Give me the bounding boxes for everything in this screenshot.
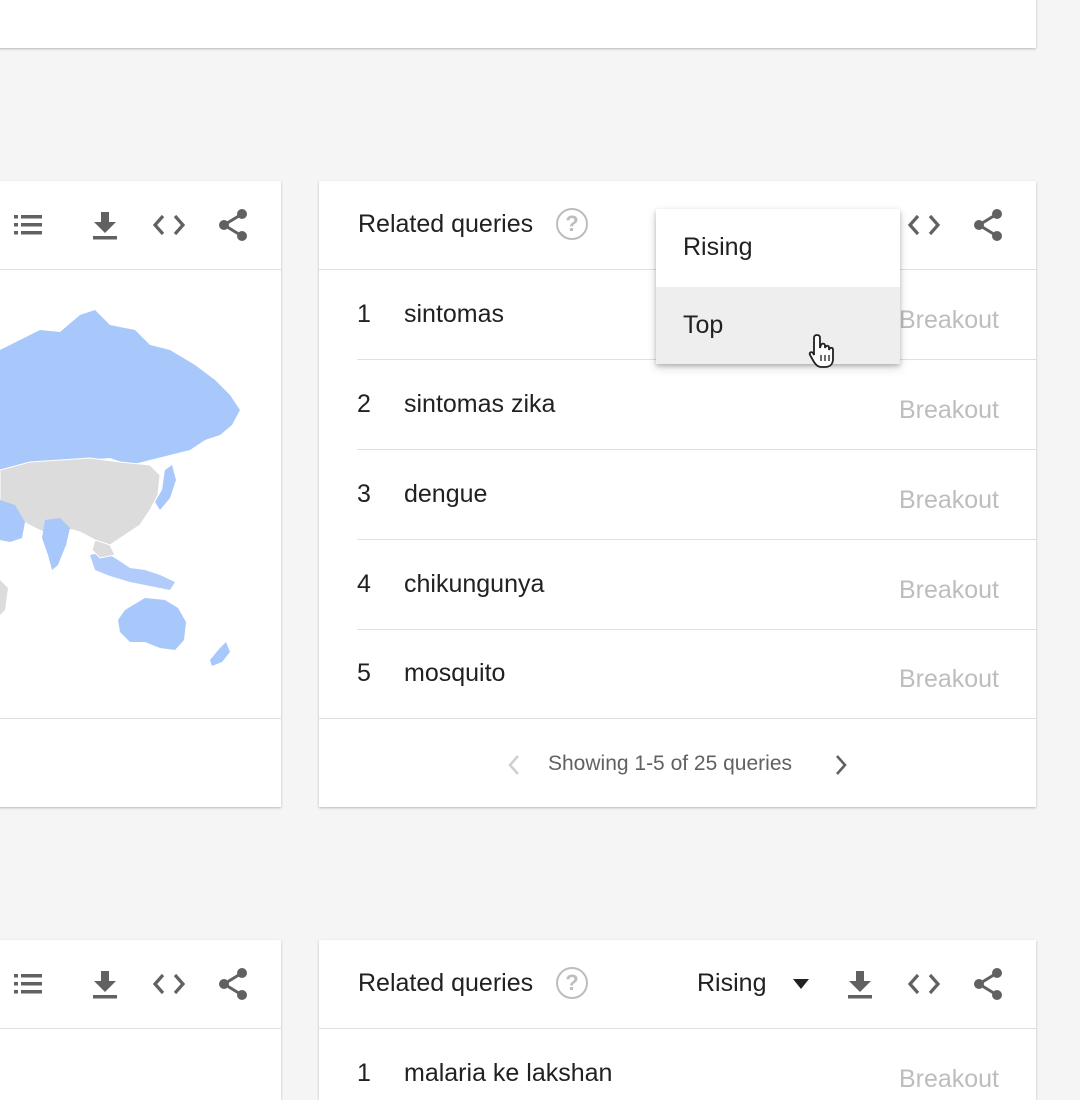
list-icon[interactable] <box>8 205 48 245</box>
row-query[interactable]: dengue <box>404 480 487 509</box>
help-icon[interactable]: ? <box>556 208 588 240</box>
row-rank: 5 <box>357 659 371 687</box>
share-icon[interactable] <box>968 964 1008 1004</box>
map-region-russia <box>0 310 240 470</box>
card-header: Related queries ? Rising <box>319 940 1036 1029</box>
share-icon[interactable] <box>968 205 1008 245</box>
row-query[interactable]: mosquito <box>404 659 505 688</box>
query-type-dropdown[interactable]: Rising <box>697 969 766 998</box>
card-header <box>0 181 281 270</box>
card-header <box>0 940 281 1029</box>
help-icon[interactable]: ? <box>556 967 588 999</box>
share-icon[interactable] <box>213 205 253 245</box>
row-rank: 1 <box>357 1059 371 1087</box>
row-value: Breakout <box>898 665 999 693</box>
list-icon[interactable] <box>8 964 48 1004</box>
row-query[interactable]: sintomas <box>404 300 504 329</box>
embed-icon[interactable] <box>904 964 944 1004</box>
menu-item-label: Rising <box>683 233 753 261</box>
row-value: Breakout <box>898 306 999 334</box>
map-region-asia <box>0 457 161 546</box>
world-map <box>0 310 240 666</box>
chevron-right-icon[interactable] <box>821 745 861 785</box>
menu-item-rising[interactable]: Rising <box>656 209 900 286</box>
download-icon[interactable] <box>840 964 880 1004</box>
table-row[interactable]: 5 mosquito Breakout <box>319 629 1036 719</box>
menu-item-top[interactable]: Top <box>656 287 900 364</box>
embed-icon[interactable] <box>149 205 189 245</box>
share-icon[interactable] <box>213 964 253 1004</box>
row-value: Breakout <box>898 486 999 514</box>
menu-item-label: Top <box>683 311 724 339</box>
top-card <box>0 0 1036 48</box>
table-row[interactable]: 4 chikungunya Breakout <box>357 540 1036 630</box>
hand-pointer-icon <box>808 334 834 368</box>
query-type-menu: Rising Top <box>656 209 900 368</box>
download-icon[interactable] <box>85 964 125 1004</box>
map-region-india <box>42 518 70 570</box>
embed-icon[interactable] <box>149 964 189 1004</box>
interest-by-region-card-2 <box>0 940 281 1100</box>
map-region-nz <box>210 642 230 666</box>
table-row[interactable]: 3 dengue Breakout <box>357 450 1036 540</box>
row-rank: 2 <box>357 390 371 418</box>
pagination-text: Showing 1-5 of 25 queries <box>548 752 792 775</box>
download-icon[interactable] <box>85 205 125 245</box>
table-row[interactable]: 1 malaria ke lakshan Breakout <box>357 1029 1036 1100</box>
row-value: Breakout <box>898 396 999 424</box>
embed-icon[interactable] <box>904 205 944 245</box>
row-query[interactable]: chikungunya <box>404 570 544 599</box>
row-rank: 3 <box>357 480 371 508</box>
row-value: Breakout <box>898 576 999 604</box>
card-title: Related queries <box>358 210 534 238</box>
table-row[interactable]: 2 sintomas zika Breakout <box>357 360 1036 450</box>
row-rank: 1 <box>357 300 371 328</box>
dropdown-arrow-icon[interactable] <box>781 964 821 1004</box>
card-title: Related queries <box>358 969 534 997</box>
row-query[interactable]: sintomas zika <box>404 390 555 419</box>
map-region-australia <box>118 598 186 650</box>
row-query[interactable]: malaria ke lakshan <box>404 1059 612 1088</box>
chevron-left-icon[interactable] <box>494 745 534 785</box>
related-queries-card-2: Related queries ? Rising 1 malaria ke la… <box>319 940 1036 1100</box>
row-rank: 4 <box>357 570 371 598</box>
divider <box>0 718 281 719</box>
